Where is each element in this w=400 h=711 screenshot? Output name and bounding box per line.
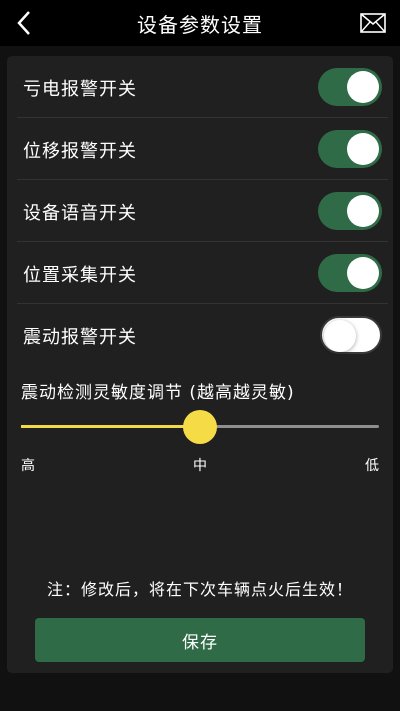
setting-row-device-voice: 设备语音开关 [17,180,388,242]
settings-card: 亏电报警开关 位移报警开关 设备语音开关 位置采集开关 震动报警开关 震动检测灵… [7,56,393,673]
toggle-knob [347,71,379,103]
tick-label-high: 高 [21,458,35,474]
save-button[interactable]: 保存 [35,618,365,662]
sensitivity-slider-fill [21,425,200,428]
setting-row-displacement-alarm: 位移报警开关 [17,118,388,180]
setting-label: 位置采集开关 [23,265,137,286]
mail-icon [360,13,386,33]
location-collection-toggle[interactable] [318,254,382,292]
sensitivity-title: 震动检测灵敏度调节 (越高越灵敏) [21,383,295,403]
toggle-knob [347,257,379,289]
toggle-knob [347,133,379,165]
displacement-alarm-toggle[interactable] [318,130,382,168]
toggle-knob [347,195,379,227]
setting-label: 位移报警开关 [23,141,137,162]
toggle-knob [324,320,356,352]
setting-row-location-collection: 位置采集开关 [17,242,388,304]
setting-label: 震动报警开关 [23,327,137,348]
tick-label-low: 低 [365,458,379,474]
setting-row-vibration-alarm: 震动报警开关 [17,304,388,366]
device-voice-toggle[interactable] [318,192,382,230]
setting-row-low-battery-alarm: 亏电报警开关 [17,56,388,118]
top-bar: 设备参数设置 [0,0,400,46]
setting-label: 亏电报警开关 [23,79,137,100]
vibration-alarm-toggle[interactable] [320,316,382,354]
page-title: 设备参数设置 [137,13,263,37]
low-battery-alarm-toggle[interactable] [318,68,382,106]
notice-text: 注：修改后，将在下次车辆点火后生效！ [46,580,353,599]
setting-label: 设备语音开关 [23,203,137,224]
sensitivity-slider-thumb[interactable] [183,410,217,444]
mail-button[interactable] [360,12,386,34]
tick-label-medium: 中 [193,458,207,474]
